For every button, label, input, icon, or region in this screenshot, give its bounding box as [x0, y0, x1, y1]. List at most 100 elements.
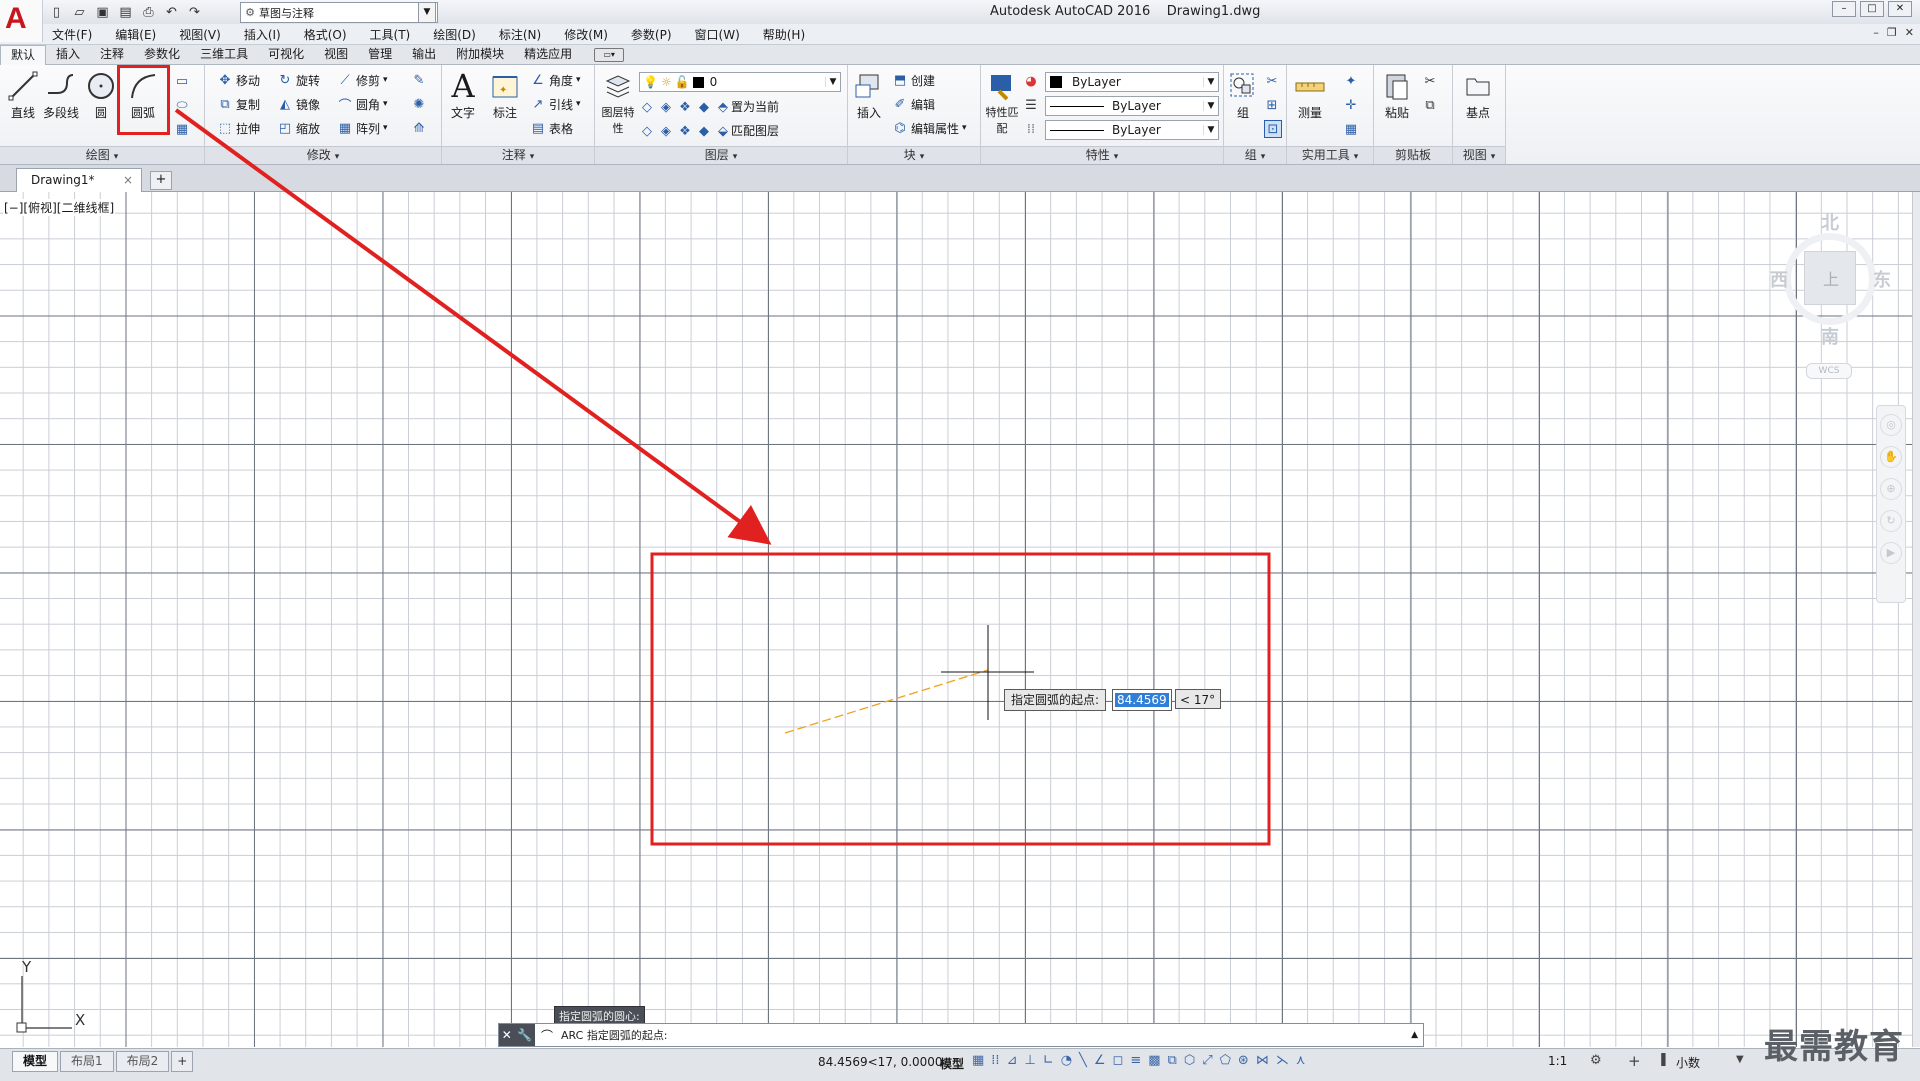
menu-tools[interactable]: 工具(T): [370, 26, 422, 44]
move-button[interactable]: ✥ 移动: [217, 70, 260, 90]
dynamic-input-value-field[interactable]: 84.4569: [1112, 689, 1172, 711]
copy-button[interactable]: ⧉ 复制: [217, 94, 260, 114]
match-layer-button[interactable]: ⬙ 匹配图层: [715, 122, 779, 140]
tab-addins[interactable]: 附加模块: [446, 45, 514, 64]
leader-button[interactable]: ↗ 引线 ▾: [530, 94, 581, 114]
group-panel-title[interactable]: 组 ▾: [1224, 146, 1286, 164]
doc-minimize-icon[interactable]: –: [1873, 26, 1879, 39]
offset-button[interactable]: ⟰: [411, 118, 427, 138]
wcs-menu[interactable]: WCS: [1806, 363, 1852, 379]
dynamic-input-icon[interactable]: ⊥: [1024, 1053, 1035, 1068]
color-wheel-icon[interactable]: ◕: [1023, 71, 1039, 91]
menu-help[interactable]: 帮助(H): [763, 26, 816, 44]
ellipse-tool[interactable]: ⬭: [174, 95, 190, 115]
measure-button[interactable]: 测量: [1291, 69, 1329, 121]
tab-layout2[interactable]: 布局2: [115, 1051, 170, 1072]
properties-panel-title[interactable]: 特性 ▾: [981, 146, 1223, 164]
layer-lock-icon[interactable]: ◆: [696, 99, 712, 115]
zoom-extents-icon[interactable]: ⊕: [1880, 478, 1902, 500]
create-block-button[interactable]: ⬒ 创建: [892, 70, 935, 90]
gizmo-icon[interactable]: ⊛: [1238, 1053, 1249, 1068]
viewcube[interactable]: 上 北 南 东 西 WCS: [1770, 205, 1891, 380]
group-select-icon[interactable]: ⊡: [1264, 119, 1282, 139]
dimension-button[interactable]: ✦ 标注: [486, 69, 524, 121]
selection-cycling-icon[interactable]: ⧉: [1168, 1053, 1177, 1068]
tab-output[interactable]: 输出: [402, 45, 446, 64]
dynamic-input-angle-field[interactable]: < 17°: [1175, 689, 1221, 709]
annotation-scale[interactable]: 1:1: [1548, 1054, 1567, 1068]
menu-insert[interactable]: 插入(I): [244, 26, 292, 44]
menu-dimension[interactable]: 标注(N): [499, 26, 552, 44]
modify-panel-title[interactable]: 修改 ▾: [205, 146, 441, 164]
hatch-tool[interactable]: ▦: [174, 119, 190, 139]
layer-on-icon[interactable]: ◇: [639, 123, 655, 139]
3d-osnap-icon[interactable]: ⬡: [1184, 1053, 1195, 1068]
dynamic-ucs-icon[interactable]: ⤢: [1202, 1053, 1212, 1068]
pan-icon[interactable]: ✋: [1880, 446, 1902, 468]
command-line[interactable]: ✕ 🔧 ⌒ ARC 指定圆弧的起点: ▲: [498, 1023, 1424, 1047]
explode-button[interactable]: ✺: [411, 94, 427, 114]
calculator-icon[interactable]: ▦: [1343, 119, 1359, 139]
layer-unlock-icon[interactable]: ◆: [696, 123, 712, 139]
layer-freeze-icon[interactable]: ❖: [677, 99, 693, 115]
chevron-up-icon[interactable]: ▲: [1411, 1030, 1418, 1040]
table-button[interactable]: ▤ 表格: [530, 118, 573, 138]
close-tab-icon[interactable]: ×: [123, 169, 133, 191]
block-panel-title[interactable]: 块 ▾: [848, 146, 980, 164]
circle-button[interactable]: 圆: [82, 69, 120, 121]
units-display[interactable]: 小数: [1676, 1054, 1700, 1071]
tab-featured-apps[interactable]: 精选应用: [514, 45, 582, 64]
redo-icon[interactable]: ↷: [186, 4, 203, 21]
save-icon[interactable]: ▣: [94, 4, 111, 21]
annotation-visibility-icon[interactable]: ⋈: [1256, 1053, 1269, 1068]
menu-edit[interactable]: 编辑(E): [115, 26, 167, 44]
minimize-button[interactable]: –: [1832, 1, 1856, 17]
tab-manage[interactable]: 管理: [358, 45, 402, 64]
close-button[interactable]: ✕: [1888, 1, 1912, 17]
set-current-button[interactable]: ⬘ 置为当前: [715, 98, 779, 116]
layer-isolate-icon[interactable]: ◈: [658, 99, 674, 115]
menu-draw[interactable]: 绘图(D): [433, 26, 487, 44]
polar-tracking-icon[interactable]: ◔: [1061, 1053, 1072, 1068]
auto-scale-icon[interactable]: ⋋: [1276, 1053, 1289, 1068]
doc-restore-icon[interactable]: ❐: [1887, 26, 1897, 39]
object-snap-icon[interactable]: ◻: [1113, 1053, 1124, 1068]
maximize-button[interactable]: □: [1860, 1, 1884, 17]
rectangle-tool[interactable]: ▭: [174, 71, 190, 91]
menu-window[interactable]: 窗口(W): [695, 26, 751, 44]
annotation-panel-title[interactable]: 注释 ▾: [442, 146, 594, 164]
steering-wheel-icon[interactable]: ◎: [1880, 414, 1902, 436]
tab-insert[interactable]: 插入: [46, 45, 90, 64]
mirror-button[interactable]: ◭ 镜像: [277, 94, 320, 114]
layer-dropdown[interactable]: 💡 ☼ 🔓 0 ▼: [639, 72, 841, 92]
object-snap-tracking-icon[interactable]: ∠: [1094, 1053, 1106, 1068]
selection-filter-icon[interactable]: ⬠: [1220, 1053, 1231, 1068]
tab-visualize[interactable]: 可视化: [258, 45, 314, 64]
cut-icon[interactable]: ✂: [1422, 71, 1438, 91]
compass-east[interactable]: 东: [1873, 266, 1891, 292]
tab-parametric[interactable]: 参数化: [134, 45, 190, 64]
linetype-dropdown[interactable]: ByLayer ▼: [1045, 96, 1219, 116]
stretch-button[interactable]: ⬚ 拉伸: [217, 118, 260, 138]
menu-view[interactable]: 视图(V): [179, 26, 232, 44]
compass-west[interactable]: 西: [1770, 266, 1788, 292]
drawing-canvas[interactable]: [0, 192, 1920, 1047]
trim-button[interactable]: ⟋ 修剪 ▾: [337, 70, 387, 90]
menu-parametric[interactable]: 参数(P): [631, 26, 683, 44]
save-as-icon[interactable]: ▤: [117, 4, 134, 21]
application-menu-button[interactable]: A: [0, 0, 43, 42]
viewcube-top-face[interactable]: 上: [1804, 251, 1856, 305]
edit-block-button[interactable]: ✐ 编辑: [892, 94, 935, 114]
close-icon[interactable]: ✕: [502, 1028, 512, 1042]
fillet-button[interactable]: ⌒ 圆角 ▾: [337, 94, 387, 114]
menu-file[interactable]: 文件(F): [52, 26, 103, 44]
erase-button[interactable]: ✎: [411, 70, 427, 90]
infer-constraints-icon[interactable]: ⊿: [1007, 1053, 1018, 1068]
scale-button[interactable]: ◰ 缩放: [277, 118, 320, 138]
tab-home[interactable]: 默认: [0, 45, 47, 65]
lineweight-toggle-icon[interactable]: ≡: [1130, 1053, 1141, 1068]
tab-annotate[interactable]: 注释: [90, 45, 134, 64]
polyline-button[interactable]: 多段线: [42, 69, 80, 121]
group-edit-icon[interactable]: ⊞: [1264, 95, 1280, 115]
base-point-button[interactable]: 基点: [1459, 69, 1497, 121]
